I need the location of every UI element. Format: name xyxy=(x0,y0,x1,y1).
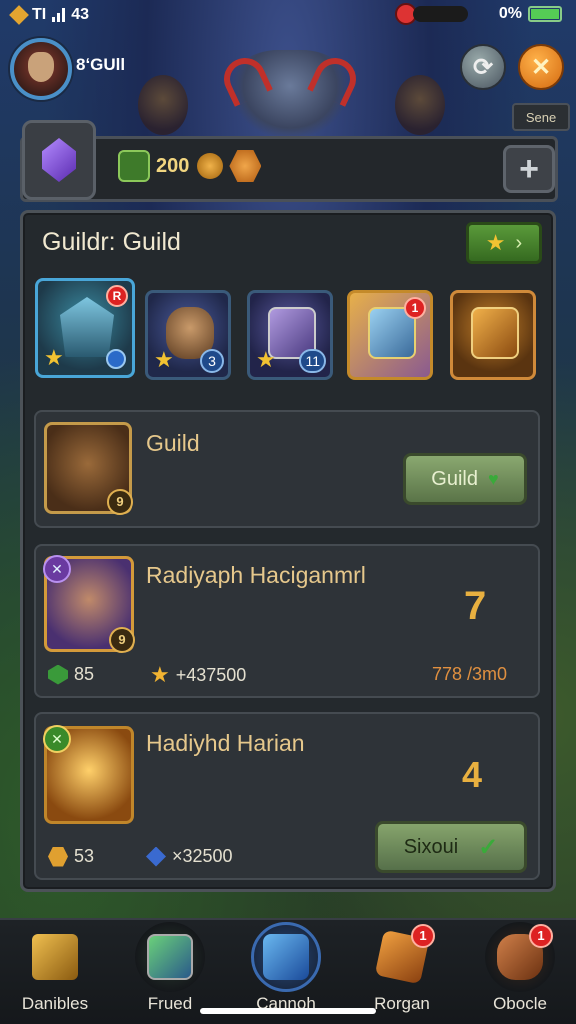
sene-button[interactable]: Sene xyxy=(512,103,570,131)
send-button-label: Sixoui xyxy=(403,835,459,858)
player-avatar[interactable] xyxy=(10,38,72,100)
star-icon: ★ xyxy=(485,230,506,255)
close-icon: ✕ xyxy=(530,53,552,81)
gold-cubes-icon xyxy=(32,934,78,980)
nav-item-frued[interactable]: Frued xyxy=(120,922,220,1022)
member-rank: 4 xyxy=(462,754,483,795)
star-icon: ★ xyxy=(150,662,170,687)
member-rank: 7 xyxy=(464,584,487,628)
golden-shield-icon: ✕ xyxy=(43,725,134,824)
nav-item-obocle[interactable]: 1 Obocle xyxy=(470,922,570,1022)
scroll-icon xyxy=(118,150,150,182)
background-goblin xyxy=(395,75,445,135)
treasure-box-icon xyxy=(471,307,519,359)
currency-bar xyxy=(20,136,558,202)
currency-value: 200 xyxy=(156,154,190,177)
notification-badge: 1 xyxy=(411,924,435,948)
member-star-stat: ★ +437500 xyxy=(150,662,246,688)
plus-icon: + xyxy=(519,149,539,188)
green-gem-icon xyxy=(48,664,68,685)
carrier-label: TI xyxy=(32,6,47,23)
coin-count: 53 xyxy=(74,846,95,866)
chevron-right-icon: › xyxy=(515,231,523,254)
level-badge: 9 xyxy=(109,627,135,653)
notification-badge: 1 xyxy=(529,924,553,948)
battery-percent: 0% xyxy=(498,5,522,22)
item-slot-5[interactable] xyxy=(450,290,536,380)
add-currency-button[interactable]: + xyxy=(503,145,555,193)
gold-hex-icon xyxy=(229,150,262,182)
class-icon: ✕ xyxy=(43,555,71,583)
item-slot-3[interactable]: ★ 11 xyxy=(247,290,333,380)
slot-badge: R xyxy=(106,285,128,307)
item-slot-4[interactable]: 1 xyxy=(347,290,433,380)
panel-title: Guildr: Guild xyxy=(42,228,181,256)
heart-icon: ♥ xyxy=(488,468,499,489)
slot-badge: 1 xyxy=(404,297,426,319)
checkmark-icon: ✓ xyxy=(478,833,499,861)
star-icon: ★ xyxy=(256,347,276,372)
item-slot-1[interactable]: R ★ xyxy=(35,278,135,378)
item-slot-2[interactable]: ★ 3 xyxy=(145,290,231,380)
status-bar: TI 43 0% xyxy=(0,0,576,30)
nav-item-rorgan[interactable]: 1 Rorgan xyxy=(352,922,452,1022)
player-name: 8ʻGUll xyxy=(76,55,126,74)
guild-button[interactable]: Guild ♥ xyxy=(403,453,527,505)
battery-icon xyxy=(528,6,562,22)
card-title: Guild xyxy=(146,430,200,456)
slot-count: 11 xyxy=(299,349,326,373)
app-icon xyxy=(9,5,29,25)
slot-count: 3 xyxy=(200,349,224,373)
close-button[interactable]: ✕ xyxy=(518,44,564,90)
refresh-icon: ⟳ xyxy=(472,53,494,81)
nav-label: Obocle xyxy=(493,994,547,1013)
coin-icon xyxy=(197,153,224,179)
currency-items: 200 xyxy=(118,150,262,182)
helmet-icon xyxy=(60,297,114,357)
crystal-frame-icon xyxy=(147,934,193,980)
member-name: Hadiyhd Harian xyxy=(146,730,305,756)
member-ratio: 778 /3m0 xyxy=(432,664,508,684)
star-icon: ★ xyxy=(44,345,64,370)
guild-button-label: Guild xyxy=(431,467,478,490)
member-diamond-stat: ×32500 xyxy=(146,846,233,867)
member-gem-stat: 85 xyxy=(48,664,94,685)
blue-cube-icon xyxy=(263,934,309,980)
gold-hex-icon xyxy=(48,846,68,867)
star-count: +437500 xyxy=(175,664,247,685)
clock: 43 xyxy=(71,6,90,23)
home-indicator[interactable] xyxy=(200,1008,376,1014)
next-button[interactable]: ★ › xyxy=(466,222,542,264)
notification-pill xyxy=(395,3,468,25)
send-button[interactable]: Sixoui ✓ xyxy=(375,821,527,873)
gem-badge[interactable] xyxy=(22,120,96,200)
blue-diamond-icon xyxy=(146,846,166,867)
star-icon: ★ xyxy=(154,347,174,372)
member-name: Radiyaph Haciganmrl xyxy=(146,562,366,588)
background-monster xyxy=(230,50,350,140)
nav-item-cannoh[interactable]: Cannoh xyxy=(236,922,336,1022)
nav-item-danibles[interactable]: Danibles xyxy=(5,922,105,1022)
icon-badge: 9 xyxy=(107,489,133,515)
class-icon: ✕ xyxy=(43,725,71,753)
blue-orb-icon xyxy=(106,349,126,369)
member-coin-stat: 53 xyxy=(48,846,94,867)
chest-icon: 9 xyxy=(44,422,133,515)
nav-label: Danibles xyxy=(21,994,89,1013)
refresh-button[interactable]: ⟳ xyxy=(460,44,506,90)
gem-count: 85 xyxy=(74,664,95,684)
signal-icon xyxy=(52,8,66,22)
background-imp xyxy=(138,75,188,135)
hero-portrait-icon: ✕ 9 xyxy=(43,555,135,653)
diamond-count: ×32500 xyxy=(172,846,233,866)
gem-icon xyxy=(42,138,76,182)
